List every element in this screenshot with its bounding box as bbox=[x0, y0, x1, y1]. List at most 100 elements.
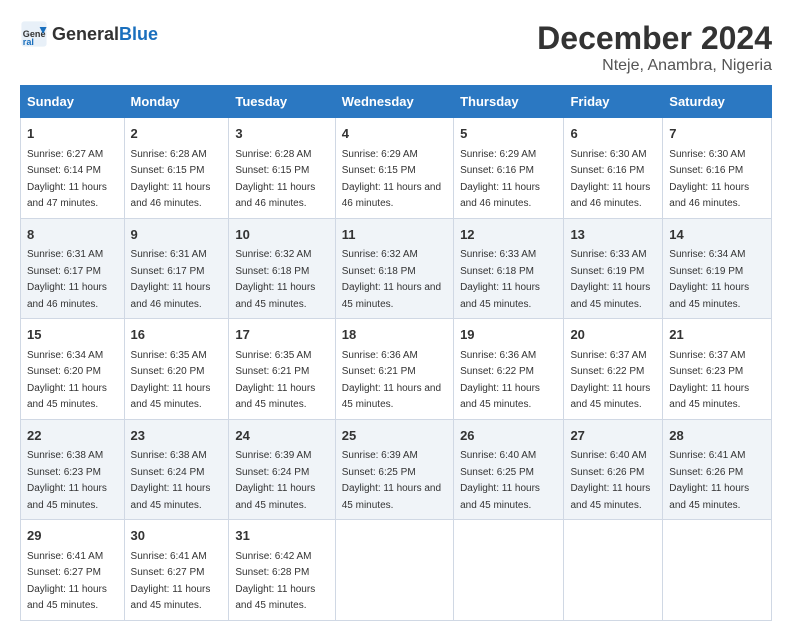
calendar-cell: 4 Sunrise: 6:29 AMSunset: 6:15 PMDayligh… bbox=[335, 118, 453, 219]
logo-icon: Gene ral bbox=[20, 20, 48, 48]
day-number: 27 bbox=[570, 426, 656, 446]
day-number: 28 bbox=[669, 426, 765, 446]
day-info: Sunrise: 6:41 AMSunset: 6:26 PMDaylight:… bbox=[669, 450, 749, 511]
day-number: 24 bbox=[235, 426, 328, 446]
day-number: 7 bbox=[669, 124, 765, 144]
title-area: December 2024 Nteje, Anambra, Nigeria bbox=[537, 20, 772, 75]
page-header: Gene ral General Blue December 2024 Ntej… bbox=[20, 20, 772, 75]
calendar-cell: 19 Sunrise: 6:36 AMSunset: 6:22 PMDaylig… bbox=[454, 319, 564, 420]
day-info: Sunrise: 6:37 AMSunset: 6:22 PMDaylight:… bbox=[570, 350, 650, 411]
calendar-cell: 28 Sunrise: 6:41 AMSunset: 6:26 PMDaylig… bbox=[663, 419, 772, 520]
day-info: Sunrise: 6:29 AMSunset: 6:15 PMDaylight:… bbox=[342, 149, 441, 210]
page-title: December 2024 bbox=[537, 20, 772, 57]
day-of-week-header: Friday bbox=[564, 86, 663, 118]
day-of-week-header: Saturday bbox=[663, 86, 772, 118]
calendar-cell: 21 Sunrise: 6:37 AMSunset: 6:23 PMDaylig… bbox=[663, 319, 772, 420]
calendar-cell: 6 Sunrise: 6:30 AMSunset: 6:16 PMDayligh… bbox=[564, 118, 663, 219]
calendar-cell: 5 Sunrise: 6:29 AMSunset: 6:16 PMDayligh… bbox=[454, 118, 564, 219]
day-info: Sunrise: 6:37 AMSunset: 6:23 PMDaylight:… bbox=[669, 350, 749, 411]
day-number: 2 bbox=[131, 124, 223, 144]
calendar-cell: 29 Sunrise: 6:41 AMSunset: 6:27 PMDaylig… bbox=[21, 520, 125, 621]
day-number: 11 bbox=[342, 225, 447, 245]
day-number: 16 bbox=[131, 325, 223, 345]
day-info: Sunrise: 6:33 AMSunset: 6:18 PMDaylight:… bbox=[460, 249, 540, 310]
day-info: Sunrise: 6:30 AMSunset: 6:16 PMDaylight:… bbox=[570, 149, 650, 210]
day-number: 4 bbox=[342, 124, 447, 144]
day-info: Sunrise: 6:38 AMSunset: 6:24 PMDaylight:… bbox=[131, 450, 211, 511]
day-info: Sunrise: 6:29 AMSunset: 6:16 PMDaylight:… bbox=[460, 149, 540, 210]
day-info: Sunrise: 6:35 AMSunset: 6:20 PMDaylight:… bbox=[131, 350, 211, 411]
calendar-cell: 15 Sunrise: 6:34 AMSunset: 6:20 PMDaylig… bbox=[21, 319, 125, 420]
day-number: 23 bbox=[131, 426, 223, 446]
day-number: 8 bbox=[27, 225, 118, 245]
calendar-cell: 9 Sunrise: 6:31 AMSunset: 6:17 PMDayligh… bbox=[124, 218, 229, 319]
calendar-cell: 13 Sunrise: 6:33 AMSunset: 6:19 PMDaylig… bbox=[564, 218, 663, 319]
calendar-cell: 7 Sunrise: 6:30 AMSunset: 6:16 PMDayligh… bbox=[663, 118, 772, 219]
day-info: Sunrise: 6:28 AMSunset: 6:15 PMDaylight:… bbox=[131, 149, 211, 210]
calendar-cell bbox=[663, 520, 772, 621]
calendar-cell: 20 Sunrise: 6:37 AMSunset: 6:22 PMDaylig… bbox=[564, 319, 663, 420]
day-info: Sunrise: 6:28 AMSunset: 6:15 PMDaylight:… bbox=[235, 149, 315, 210]
calendar-cell: 11 Sunrise: 6:32 AMSunset: 6:18 PMDaylig… bbox=[335, 218, 453, 319]
calendar-table: SundayMondayTuesdayWednesdayThursdayFrid… bbox=[20, 85, 772, 621]
day-info: Sunrise: 6:34 AMSunset: 6:19 PMDaylight:… bbox=[669, 249, 749, 310]
day-number: 14 bbox=[669, 225, 765, 245]
day-number: 12 bbox=[460, 225, 557, 245]
calendar-cell: 2 Sunrise: 6:28 AMSunset: 6:15 PMDayligh… bbox=[124, 118, 229, 219]
day-info: Sunrise: 6:34 AMSunset: 6:20 PMDaylight:… bbox=[27, 350, 107, 411]
day-of-week-header: Thursday bbox=[454, 86, 564, 118]
day-number: 29 bbox=[27, 526, 118, 546]
calendar-week-row: 15 Sunrise: 6:34 AMSunset: 6:20 PMDaylig… bbox=[21, 319, 772, 420]
calendar-week-row: 22 Sunrise: 6:38 AMSunset: 6:23 PMDaylig… bbox=[21, 419, 772, 520]
logo: Gene ral General Blue bbox=[20, 20, 158, 48]
day-number: 17 bbox=[235, 325, 328, 345]
day-number: 19 bbox=[460, 325, 557, 345]
day-number: 13 bbox=[570, 225, 656, 245]
day-number: 3 bbox=[235, 124, 328, 144]
day-info: Sunrise: 6:41 AMSunset: 6:27 PMDaylight:… bbox=[27, 551, 107, 612]
calendar-cell: 8 Sunrise: 6:31 AMSunset: 6:17 PMDayligh… bbox=[21, 218, 125, 319]
calendar-cell: 24 Sunrise: 6:39 AMSunset: 6:24 PMDaylig… bbox=[229, 419, 335, 520]
day-number: 25 bbox=[342, 426, 447, 446]
calendar-week-row: 1 Sunrise: 6:27 AMSunset: 6:14 PMDayligh… bbox=[21, 118, 772, 219]
day-number: 31 bbox=[235, 526, 328, 546]
calendar-cell: 27 Sunrise: 6:40 AMSunset: 6:26 PMDaylig… bbox=[564, 419, 663, 520]
day-number: 6 bbox=[570, 124, 656, 144]
day-info: Sunrise: 6:39 AMSunset: 6:24 PMDaylight:… bbox=[235, 450, 315, 511]
calendar-header-row: SundayMondayTuesdayWednesdayThursdayFrid… bbox=[21, 86, 772, 118]
calendar-cell bbox=[335, 520, 453, 621]
calendar-cell: 23 Sunrise: 6:38 AMSunset: 6:24 PMDaylig… bbox=[124, 419, 229, 520]
calendar-cell: 18 Sunrise: 6:36 AMSunset: 6:21 PMDaylig… bbox=[335, 319, 453, 420]
day-number: 1 bbox=[27, 124, 118, 144]
day-number: 9 bbox=[131, 225, 223, 245]
day-number: 18 bbox=[342, 325, 447, 345]
day-of-week-header: Monday bbox=[124, 86, 229, 118]
day-info: Sunrise: 6:32 AMSunset: 6:18 PMDaylight:… bbox=[342, 249, 441, 310]
svg-text:ral: ral bbox=[23, 37, 34, 47]
day-info: Sunrise: 6:41 AMSunset: 6:27 PMDaylight:… bbox=[131, 551, 211, 612]
day-number: 21 bbox=[669, 325, 765, 345]
day-info: Sunrise: 6:39 AMSunset: 6:25 PMDaylight:… bbox=[342, 450, 441, 511]
calendar-cell: 1 Sunrise: 6:27 AMSunset: 6:14 PMDayligh… bbox=[21, 118, 125, 219]
calendar-cell: 22 Sunrise: 6:38 AMSunset: 6:23 PMDaylig… bbox=[21, 419, 125, 520]
calendar-week-row: 29 Sunrise: 6:41 AMSunset: 6:27 PMDaylig… bbox=[21, 520, 772, 621]
day-number: 30 bbox=[131, 526, 223, 546]
day-number: 26 bbox=[460, 426, 557, 446]
day-info: Sunrise: 6:31 AMSunset: 6:17 PMDaylight:… bbox=[27, 249, 107, 310]
calendar-cell: 10 Sunrise: 6:32 AMSunset: 6:18 PMDaylig… bbox=[229, 218, 335, 319]
day-info: Sunrise: 6:42 AMSunset: 6:28 PMDaylight:… bbox=[235, 551, 315, 612]
day-info: Sunrise: 6:40 AMSunset: 6:26 PMDaylight:… bbox=[570, 450, 650, 511]
day-number: 20 bbox=[570, 325, 656, 345]
calendar-cell bbox=[454, 520, 564, 621]
logo-general-text: General bbox=[52, 24, 119, 45]
day-info: Sunrise: 6:30 AMSunset: 6:16 PMDaylight:… bbox=[669, 149, 749, 210]
day-of-week-header: Wednesday bbox=[335, 86, 453, 118]
day-info: Sunrise: 6:35 AMSunset: 6:21 PMDaylight:… bbox=[235, 350, 315, 411]
calendar-cell: 14 Sunrise: 6:34 AMSunset: 6:19 PMDaylig… bbox=[663, 218, 772, 319]
day-number: 22 bbox=[27, 426, 118, 446]
calendar-cell: 3 Sunrise: 6:28 AMSunset: 6:15 PMDayligh… bbox=[229, 118, 335, 219]
calendar-cell: 26 Sunrise: 6:40 AMSunset: 6:25 PMDaylig… bbox=[454, 419, 564, 520]
day-number: 10 bbox=[235, 225, 328, 245]
calendar-cell: 30 Sunrise: 6:41 AMSunset: 6:27 PMDaylig… bbox=[124, 520, 229, 621]
calendar-cell: 31 Sunrise: 6:42 AMSunset: 6:28 PMDaylig… bbox=[229, 520, 335, 621]
